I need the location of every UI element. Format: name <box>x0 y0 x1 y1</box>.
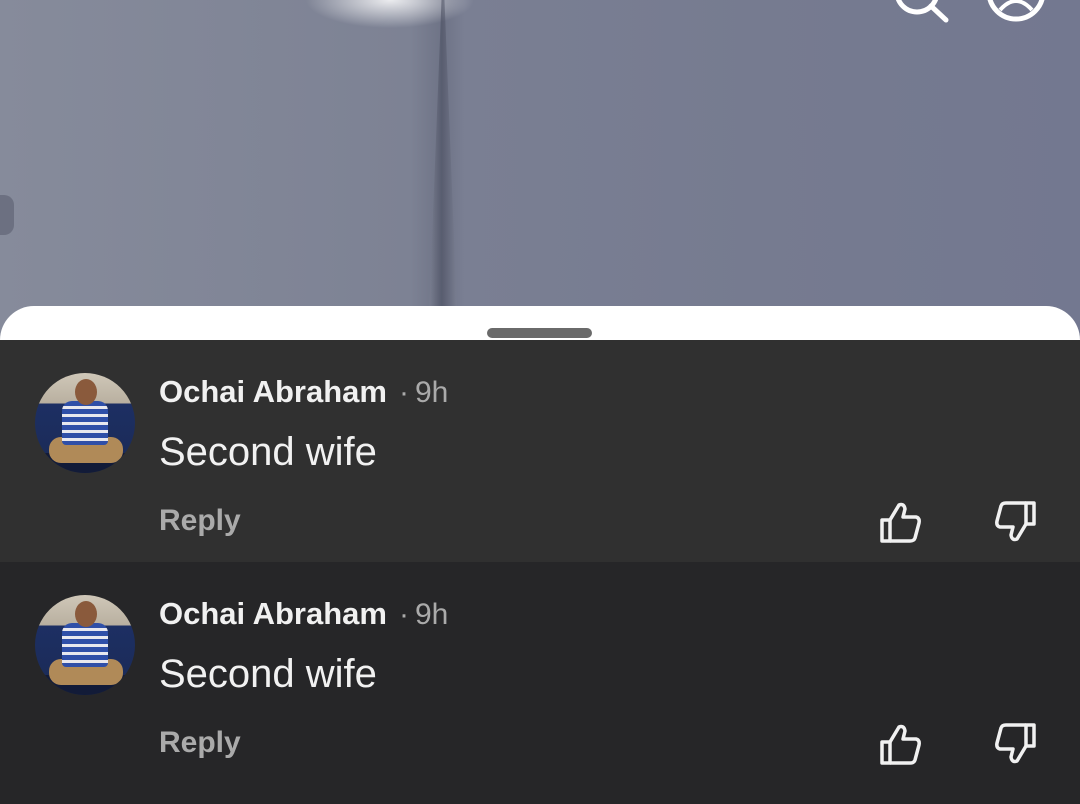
meta-separator: · <box>398 376 409 409</box>
avatar-head <box>75 379 97 405</box>
comment-author[interactable]: Ochai Abraham <box>159 596 387 632</box>
comment-text: Second wife <box>159 430 377 474</box>
comment-meta: Ochai Abraham · 9h <box>159 596 448 632</box>
wall-seam <box>428 0 458 340</box>
avatar-shirt <box>62 401 108 445</box>
comment-time: 9h <box>414 376 449 409</box>
thumbs-down-icon <box>995 501 1036 542</box>
comments-sheet: Ochai Abraham · 9h Second wife Reply Och… <box>0 306 1080 804</box>
like-button[interactable] <box>878 722 922 766</box>
left-edge-shadow <box>0 195 14 235</box>
thumbs-down-icon <box>995 723 1036 764</box>
comment-time: 9h <box>414 598 449 631</box>
reply-button[interactable]: Reply <box>159 726 241 760</box>
search-icon <box>895 0 949 23</box>
avatar-shirt <box>62 623 108 667</box>
account-icon <box>987 0 1045 22</box>
dislike-button[interactable] <box>994 500 1038 544</box>
avatar[interactable] <box>35 373 135 473</box>
screen: Ochai Abraham · 9h Second wife Reply Och… <box>0 0 1080 804</box>
comment-item[interactable]: Ochai Abraham · 9h Second wife Reply <box>0 340 1080 562</box>
comment-author[interactable]: Ochai Abraham <box>159 374 387 410</box>
dislike-button[interactable] <box>994 722 1038 766</box>
sheet-header <box>0 306 1080 340</box>
meta-separator: · <box>398 598 409 631</box>
comment-text: Second wife <box>159 652 377 696</box>
search-button[interactable] <box>891 0 949 24</box>
like-button[interactable] <box>878 500 922 544</box>
video-player-background[interactable] <box>0 0 1080 340</box>
drag-handle[interactable] <box>487 328 592 338</box>
thumbs-up-icon <box>880 502 921 543</box>
account-button[interactable] <box>987 0 1045 24</box>
comment-meta: Ochai Abraham · 9h <box>159 374 448 410</box>
thumbs-up-icon <box>880 724 921 765</box>
avatar-head <box>75 601 97 627</box>
avatar[interactable] <box>35 595 135 695</box>
comment-item[interactable]: Ochai Abraham · 9h Second wife Reply <box>0 562 1080 804</box>
reply-button[interactable]: Reply <box>159 504 241 538</box>
